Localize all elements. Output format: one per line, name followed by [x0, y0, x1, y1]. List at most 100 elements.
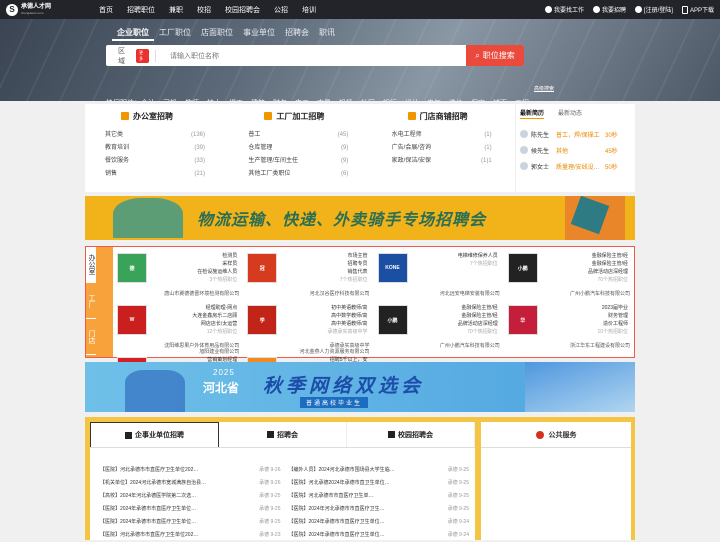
company-name[interactable]: 唐山市冀德德晋环境检测有限公司: [113, 290, 239, 297]
board-row-title[interactable]: 【医院】2024年承德市市直医疗卫生单位…: [100, 503, 196, 516]
board-row[interactable]: 【医院】河北承德2024年承德市直卫生单位… 承德 9-25: [289, 477, 470, 490]
company-logo[interactable]: 华: [507, 305, 538, 335]
hot-job-link[interactable]: 铺面: [493, 98, 507, 101]
company-name[interactable]: 河北远安电梯安装有限公司: [374, 290, 500, 297]
resume-row[interactable]: 郭女士 质量理/安线设… 50秒: [520, 159, 635, 173]
hot-job-link[interactable]: 司机: [163, 98, 177, 101]
category-item[interactable]: 其它类 (136): [105, 129, 205, 142]
hot-job-link[interactable]: 造价: [449, 98, 463, 101]
search-tab[interactable]: 企业职位: [112, 26, 154, 41]
board-row[interactable]: 【医院】2024年承德市市直医疗卫生单位… 承德 9-25: [100, 503, 281, 516]
job-position[interactable]: 金融保险主管/经: [588, 252, 628, 260]
board-tab[interactable]: 校园招聘会: [347, 422, 475, 447]
job-position[interactable]: 大连金鑫房乐二店顾: [192, 312, 237, 320]
category-item[interactable]: 广告/会展/咨询 (1): [392, 142, 492, 155]
job-position[interactable]: 市场主管: [340, 252, 367, 260]
nav-link[interactable]: 首页: [92, 5, 120, 15]
category-item[interactable]: 水电工程师 (1): [392, 129, 492, 142]
job-position[interactable]: 金融保险主管/经: [458, 312, 497, 320]
job-card[interactable]: 金招聘5千以上，安通路翻艇员6千招工程6000+10个热招职位河北金燕人力资源服…: [243, 348, 373, 387]
board-row-title[interactable]: 【医院】河北承德市市直医疗卫生单位202…: [100, 464, 198, 477]
company-logo[interactable]: 小鹏: [507, 253, 538, 283]
company-name[interactable]: 广州小鹏汽车科技有限公司: [374, 342, 500, 349]
board-row[interactable]: 【医院】河北承德市市直医疗卫生单位202… 承德 9-23: [100, 529, 281, 542]
category-item[interactable]: 家政/保洁/安保 (1)1: [392, 155, 492, 168]
board-row[interactable]: 【机关单位】2024河北承德市宽城满族自治县… 承德 9-26: [100, 477, 281, 490]
job-type-tab[interactable]: 办公室: [86, 247, 96, 283]
board-row[interactable]: 【医院】河北承德市市直医疗卫生单… 承德 9-25: [289, 490, 470, 503]
job-type-tab[interactable]: 门店: [86, 319, 96, 355]
job-position[interactable]: 金融保险主管/经: [458, 304, 497, 312]
job-position[interactable]: 在检设施运维人员: [197, 268, 237, 276]
hot-job-link[interactable]: 电气: [427, 98, 441, 101]
board-row-title[interactable]: 【机关单位】2024河北承德市宽城满族自治县…: [100, 477, 206, 490]
hot-job-link[interactable]: 焊工: [229, 98, 243, 101]
nav-link[interactable]: 兼职: [162, 5, 190, 15]
job-position[interactable]: 初中英语教师/高: [327, 304, 367, 312]
category-item[interactable]: 仓库管理 (9): [248, 142, 348, 155]
company-name[interactable]: 河北金燕人力资源服务有限公司: [243, 348, 369, 355]
more-badge[interactable]: 更多: [136, 48, 149, 63]
job-card[interactable]: 德 检测员 采样员 在检设施运维人员 3个热招职位 唐山市冀德德晋环境检测有限公司: [113, 247, 243, 299]
search-input[interactable]: 请输入职位名称: [156, 51, 466, 61]
job-card[interactable]: W 经理助理-网点 大连金鑫房乐二店顾 网店店长/太运营 12个热招职位 沈阳维思果户外体…: [113, 299, 243, 351]
hot-job-link[interactable]: 教师: [185, 98, 199, 101]
board-row-title[interactable]: 【医院】河北承德2024年承德市直卫生单位…: [289, 477, 390, 490]
job-card[interactable]: 华 2023届毕业 财务管理 造价工程师 10个热招职位 浙江华东工程建设有限公司: [504, 299, 634, 351]
hot-job-link[interactable]: 机场: [339, 98, 353, 101]
job-position[interactable]: 采样员: [197, 260, 237, 268]
board-row[interactable]: 【医院】河北承德市市直医疗卫生单位202… 承德 9-26: [100, 464, 281, 477]
hot-job-link[interactable]: 社区: [361, 98, 375, 101]
board-tab[interactable]: 招聘会: [219, 422, 347, 447]
company-name[interactable]: 广州小鹏汽车科技有限公司: [504, 290, 630, 297]
autumn-fair-banner[interactable]: 2025 河北省 秋季网络双选会 普通高校毕业生: [85, 362, 635, 412]
search-tab[interactable]: 工厂职位: [154, 26, 196, 41]
search-tab[interactable]: 招聘会: [280, 26, 314, 41]
board-row-title[interactable]: 【医院】2024年承德市市直医疗卫生单位…: [100, 516, 196, 529]
hot-job-link[interactable]: 建筑: [251, 98, 265, 101]
job-card[interactable]: 鹏营销策划经理水电工程师营销部经理10个热招职位旭阳建业有限公司: [113, 349, 243, 387]
board-row-title[interactable]: 【编外人员】2024河北承德市围场县大学生临…: [289, 464, 395, 477]
hot-job-link[interactable]: 电工: [295, 98, 309, 101]
job-position[interactable]: 电梯维修保养人员: [458, 252, 498, 260]
job-position[interactable]: 高中英语教师/高: [327, 320, 367, 328]
resume-row[interactable]: 陈先生 普工，焊/保操工 30秒: [520, 127, 635, 141]
hot-job-link[interactable]: 会计: [141, 98, 155, 101]
nav-link[interactable]: 公招: [267, 5, 295, 15]
job-position[interactable]: 网店店长/太运营: [192, 320, 237, 328]
nav-link[interactable]: 校招: [190, 5, 218, 15]
search-tab[interactable]: 事业单位: [238, 26, 280, 41]
board-row-title[interactable]: 【医院】河北承德市市直医疗卫生单位202…: [100, 529, 198, 542]
search-tab[interactable]: 职讯: [314, 26, 340, 41]
job-position[interactable]: 销售代表: [340, 268, 367, 276]
resume-row[interactable]: 候先生 其他 45秒: [520, 143, 635, 157]
board-row-title[interactable]: 【医院】2024年河北承德市市直医疗卫生…: [289, 503, 385, 516]
job-card[interactable]: 小鹏 金融保险主管/经 金融保险主管/经 品牌活动店深经理 70个热招职位 广州小鹏汽车科…: [504, 247, 634, 299]
category-item[interactable]: 餐饮服务 (33): [105, 155, 205, 168]
logistics-banner[interactable]: 物流运输、快递、外卖骑手专场招聘会: [85, 196, 635, 240]
nav-link[interactable]: 招聘职位: [120, 5, 162, 15]
category-item[interactable]: 销售 (21): [105, 168, 205, 181]
hot-job-link[interactable]: 工程: [515, 98, 529, 101]
nav-link[interactable]: 校园招聘会: [218, 5, 267, 15]
nav-right-item[interactable]: 我要招聘: [592, 5, 626, 14]
search-button[interactable]: ⌕ 职位搜索: [466, 45, 524, 66]
board-row[interactable]: 【医院】2024年承德市市直医疗卫生单位… 承德 9-24: [289, 516, 470, 529]
job-position[interactable]: 财务管理: [597, 312, 628, 320]
site-logo[interactable]: S 承德人才网 chengderen.com: [6, 3, 68, 16]
company-logo[interactable]: 小鹏: [377, 305, 408, 335]
nav-right-item[interactable]: 我要找工作: [544, 5, 584, 14]
board-row-title[interactable]: 【高校】2024年河北承德医学院第二次选…: [100, 490, 196, 503]
job-position[interactable]: 招聘专员: [340, 260, 367, 268]
news-tab[interactable]: 最新简历: [520, 108, 545, 119]
board-row[interactable]: 【医院】2024年河北承德市市直医疗卫生… 承德 9-25: [289, 503, 470, 516]
board-row[interactable]: 【编外人员】2024河北承德市围场县大学生临… 承德 9-25: [289, 464, 470, 477]
board-row[interactable]: 【高校】2024年河北承德医学院第二次选… 承德 9-25: [100, 490, 281, 503]
nav-right-item[interactable]: [注册/登陆]: [634, 5, 673, 14]
job-position[interactable]: 高中数学教师/高: [327, 312, 367, 320]
job-card[interactable]: 学 初中英语教师/高 高中数学教师/高 高中英语教师/高 承德承实高级中学 承德承实高级中…: [243, 299, 373, 351]
job-card[interactable]: 小鹏 金融保险主管/经 金融保险主管/经 品牌活动店深经理 70个热招职位 广州小鹏汽车科…: [374, 299, 504, 351]
hot-job-link[interactable]: 银行: [383, 98, 397, 101]
job-position[interactable]: 检测员: [197, 252, 237, 260]
job-position[interactable]: 品牌活动店深经理: [458, 320, 498, 328]
